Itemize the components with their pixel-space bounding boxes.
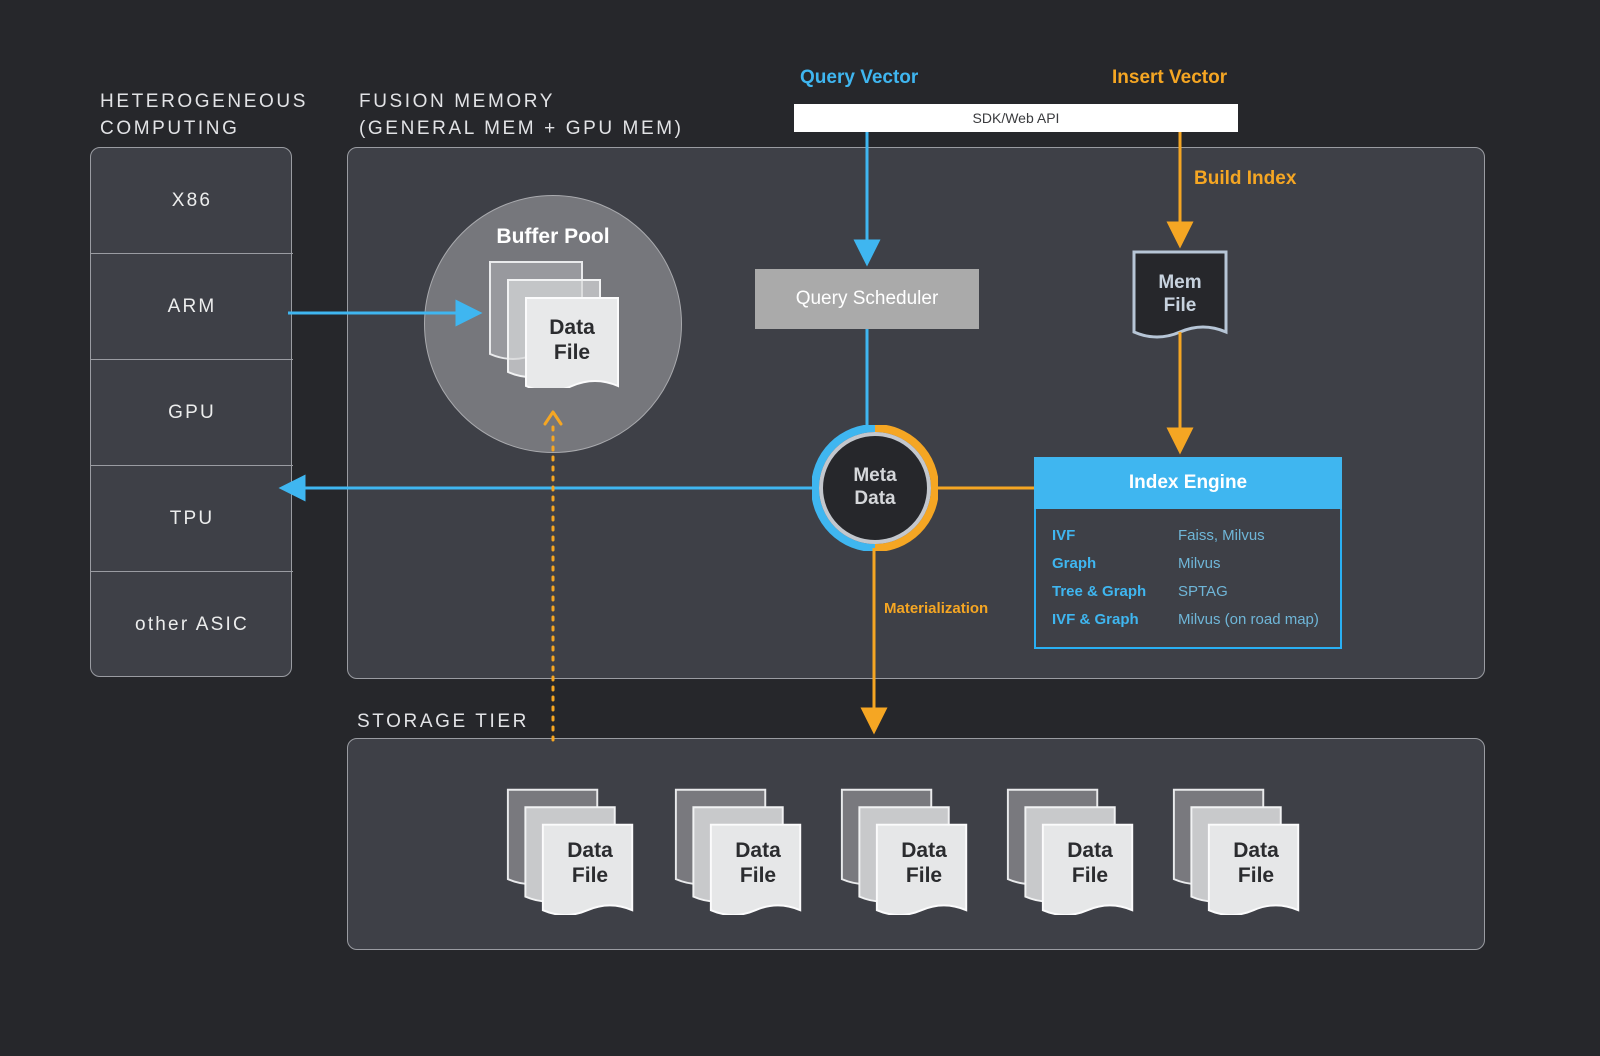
index-impl: Faiss, Milvus	[1178, 526, 1265, 544]
query-scheduler-label: Query Scheduler	[795, 288, 939, 309]
data-file-icon	[674, 788, 802, 917]
hc-item-tpu[interactable]: TPU	[91, 466, 293, 572]
index-type: IVF & Graph	[1052, 610, 1139, 628]
table-row: IVF & Graph Milvus (on road map)	[1036, 605, 1340, 633]
data-file-icon	[506, 788, 634, 917]
storage-data-file-5: Data File	[1170, 783, 1306, 920]
heterogeneous-computing-panel: X86 ARM GPU TPU other ASIC	[90, 147, 293, 678]
build-index-label: Build Index	[1194, 168, 1297, 189]
table-row: Graph Milvus	[1036, 549, 1340, 577]
hc-item-x86[interactable]: X86	[91, 148, 293, 254]
index-type: Tree & Graph	[1052, 582, 1147, 600]
data-file-icon	[840, 788, 968, 917]
storage-data-file-3: Data File	[838, 783, 974, 920]
index-impl: Milvus (on road map)	[1178, 610, 1319, 628]
table-row: IVF Faiss, Milvus	[1036, 521, 1340, 549]
storage-data-file-4: Data File	[1004, 783, 1140, 920]
index-impl: Milvus	[1178, 554, 1221, 572]
mem-file-icon	[1132, 250, 1228, 339]
query-vector-label: Query Vector	[800, 67, 919, 88]
storage-tier-title: STORAGE TIER	[357, 711, 529, 732]
index-type: Graph	[1052, 554, 1097, 572]
hc-item-label: other ASIC	[135, 614, 249, 635]
index-impl: SPTAG	[1178, 582, 1228, 600]
query-scheduler-box[interactable]: Query Scheduler	[755, 269, 979, 329]
diagram-canvas: HETEROGENEOUS COMPUTING FUSION MEMORY (G…	[0, 0, 1600, 1056]
metadata-circle-icon	[811, 424, 939, 552]
hc-item-gpu[interactable]: GPU	[91, 360, 293, 466]
sdk-web-api-label: SDK/Web API	[972, 110, 1060, 126]
mem-file-node	[1132, 250, 1228, 346]
sdk-web-api-bar[interactable]: SDK/Web API	[794, 104, 1238, 132]
storage-data-file-2: Data File	[672, 783, 808, 920]
insert-vector-label: Insert Vector	[1112, 67, 1228, 88]
buffer-pool-data-file-stack: Data File	[486, 258, 626, 393]
index-engine-title: Index Engine	[1034, 457, 1342, 509]
table-row: Tree & Graph SPTAG	[1036, 577, 1340, 605]
data-file-icon	[1172, 788, 1300, 917]
buffer-pool-label: Buffer Pool	[496, 225, 610, 248]
hc-item-arm[interactable]: ARM	[91, 254, 293, 360]
hc-item-label: GPU	[168, 402, 216, 423]
hc-item-label: X86	[171, 190, 213, 211]
storage-data-file-1: Data File	[504, 783, 640, 920]
index-engine-card: Index Engine IVF Faiss, Milvus Graph Mil…	[1034, 457, 1342, 649]
materialization-label: Materialization	[884, 600, 989, 617]
hc-item-label: TPU	[169, 508, 215, 529]
data-file-icon	[1006, 788, 1134, 917]
hc-item-label: ARM	[167, 296, 217, 317]
fusion-memory-title: FUSION MEMORY (GENERAL MEM + GPU MEM)	[359, 91, 684, 139]
heterogeneous-computing-title: HETEROGENEOUS COMPUTING	[100, 91, 308, 139]
index-type: IVF	[1052, 526, 1076, 544]
index-engine-table: IVF Faiss, Milvus Graph Milvus Tree & Gr…	[1034, 509, 1342, 649]
metadata-node	[811, 424, 939, 552]
data-file-icon	[489, 261, 619, 392]
hc-item-other-asic[interactable]: other ASIC	[91, 572, 293, 678]
